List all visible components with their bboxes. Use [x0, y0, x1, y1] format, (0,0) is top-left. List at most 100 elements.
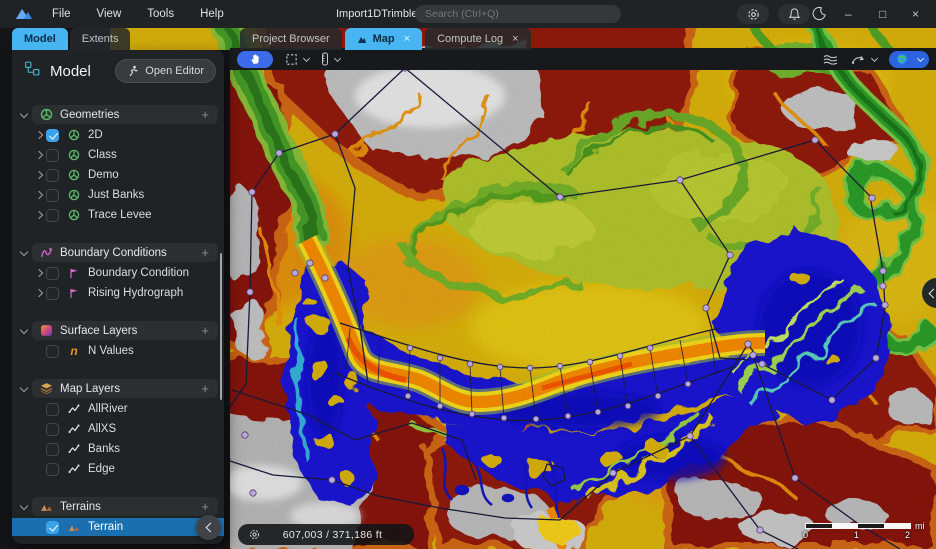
open-editor-button[interactable]: Open Editor [115, 59, 216, 83]
profile-tool-button[interactable] [851, 54, 879, 65]
tree-item-banks[interactable]: Banks [12, 440, 224, 458]
theme-toggle-button[interactable] [812, 6, 827, 26]
checkbox[interactable] [46, 208, 59, 222]
polyline-icon [67, 422, 81, 436]
checkbox[interactable] [46, 442, 59, 456]
scrollbar[interactable] [220, 253, 222, 400]
tree-item-edge[interactable]: Edge [12, 460, 224, 478]
tree-item-trace-levee[interactable]: Trace Levee [12, 206, 224, 224]
pan-tool-button[interactable] [237, 50, 273, 68]
tree-item-rising-hydrograph[interactable]: Rising Hydrograph [12, 284, 224, 302]
tab-map[interactable]: Map × [344, 28, 423, 50]
moon-icon [812, 6, 826, 21]
flag-icon [67, 266, 81, 280]
flow-lines-button[interactable] [822, 53, 839, 66]
chevron-down-icon[interactable] [870, 54, 879, 62]
tab-project-browser[interactable]: Project Browser [240, 28, 342, 50]
measure-tool-button[interactable] [321, 52, 342, 66]
checkbox[interactable] [46, 148, 59, 162]
scale-bar: 0 1 2 mi [803, 521, 929, 543]
checkbox[interactable] [46, 520, 59, 534]
chevron-down-icon[interactable] [19, 383, 29, 392]
chevron-left-icon [928, 288, 936, 298]
tree-item-class[interactable]: Class [12, 146, 224, 164]
close-button[interactable]: × [912, 7, 919, 21]
tree-item-n-values[interactable]: n N Values [12, 342, 224, 360]
section-boundary-conditions: Boundary Conditions + Boundary Condition… [12, 243, 224, 302]
add-icon[interactable]: + [201, 382, 209, 395]
menu-help[interactable]: Help [200, 8, 224, 20]
section-header-surface-layers[interactable]: Surface Layers + [32, 321, 218, 340]
scale-bar-segments [805, 523, 911, 529]
panel-title: Model [50, 62, 91, 80]
document-tabs: Project Browser Map × Compute Log × [240, 28, 531, 50]
geometry-icon [67, 128, 81, 142]
tab-compute-log[interactable]: Compute Log × [425, 28, 531, 50]
chevron-down-icon[interactable] [333, 54, 342, 62]
checkbox[interactable] [46, 188, 59, 202]
minimize-button[interactable]: – [845, 7, 852, 21]
chevron-down-icon[interactable] [19, 325, 29, 334]
section-header-boundary-conditions[interactable]: Boundary Conditions + [32, 243, 218, 262]
checkbox[interactable] [46, 344, 59, 358]
select-tool-button[interactable] [285, 53, 311, 66]
layer-stack-icon [39, 382, 53, 396]
section-header-terrains[interactable]: Terrains + [32, 497, 218, 516]
tab-model[interactable]: Model [12, 28, 68, 50]
settings-button[interactable] [737, 4, 769, 24]
checkbox[interactable] [46, 422, 59, 436]
tree-item-demo[interactable]: Demo [12, 166, 224, 184]
chevron-right-icon[interactable] [34, 170, 44, 180]
chevron-down-icon[interactable] [19, 247, 29, 256]
tree-item-just-banks[interactable]: Just Banks [12, 186, 224, 204]
section-header-map-layers[interactable]: Map Layers + [32, 379, 218, 398]
section-header-geometries[interactable]: Geometries + [32, 105, 218, 124]
checkbox[interactable] [46, 286, 59, 300]
add-icon[interactable]: + [201, 108, 209, 121]
scale-tick: 1 [854, 530, 860, 540]
close-tab-icon[interactable]: × [512, 33, 518, 45]
mountains-icon [39, 500, 53, 514]
menu-view[interactable]: View [97, 8, 122, 20]
chevron-right-icon[interactable] [34, 288, 44, 298]
chevron-right-icon[interactable] [34, 130, 44, 140]
map-canvas[interactable] [110, 28, 936, 549]
basemap-button[interactable] [889, 50, 929, 68]
chevron-right-icon[interactable] [34, 210, 44, 220]
menu-tools[interactable]: Tools [147, 8, 174, 20]
maximize-button[interactable]: □ [879, 7, 886, 21]
gear-icon[interactable] [248, 528, 261, 541]
add-icon[interactable]: + [201, 324, 209, 337]
checkbox[interactable] [46, 128, 59, 142]
close-tab-icon[interactable]: × [404, 33, 410, 45]
chevron-right-icon[interactable] [34, 190, 44, 200]
tree-item-terrain[interactable]: Terrain [12, 518, 224, 536]
tree-item-allxs[interactable]: AllXS [12, 420, 224, 438]
chevron-right-icon[interactable] [34, 150, 44, 160]
notifications-button[interactable] [778, 4, 810, 24]
chevron-right-icon[interactable] [34, 268, 44, 278]
globe-icon [896, 54, 907, 64]
checkbox[interactable] [46, 402, 59, 416]
add-icon[interactable]: + [201, 246, 209, 259]
tree-item-boundary-condition[interactable]: Boundary Condition [12, 264, 224, 282]
chevron-down-icon[interactable] [19, 501, 29, 510]
tab-extents[interactable]: Extents [69, 28, 131, 50]
checkbox[interactable] [46, 168, 59, 182]
tree-item-allriver[interactable]: AllRiver [12, 400, 224, 418]
model-icon [24, 60, 41, 82]
chevron-down-icon[interactable] [19, 109, 29, 118]
checkbox[interactable] [46, 462, 59, 476]
gear-icon [747, 8, 759, 20]
chevron-down-icon[interactable] [916, 54, 924, 62]
sidebar-collapse-button[interactable] [196, 515, 221, 540]
tree-item-2d[interactable]: 2D [12, 126, 224, 144]
search-input[interactable] [415, 5, 621, 23]
coordinate-readout: 607,003 / 371,186 ft [238, 524, 414, 545]
menu-file[interactable]: File [52, 8, 71, 20]
checkbox[interactable] [46, 266, 59, 280]
geometry-icon [67, 148, 81, 162]
scale-tick: 2 [905, 530, 911, 540]
chevron-down-icon[interactable] [302, 54, 311, 62]
add-icon[interactable]: + [201, 500, 209, 513]
